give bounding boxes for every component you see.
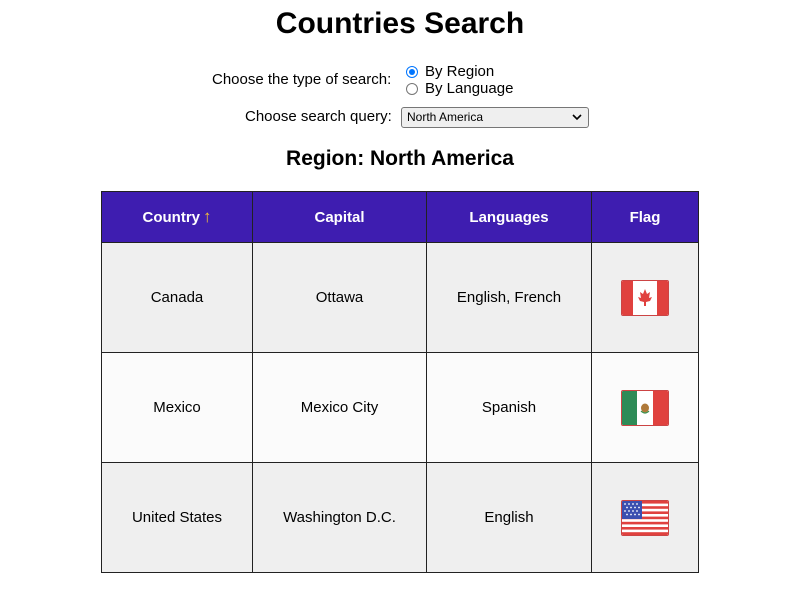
- search-type-label: Choose the type of search:: [212, 71, 392, 88]
- search-query-select[interactable]: North America: [401, 107, 589, 128]
- results-heading: Region: North America: [286, 147, 514, 170]
- cell-languages: English, French: [426, 242, 592, 353]
- select-value: North America: [407, 110, 484, 124]
- canada-flag-icon: [621, 279, 669, 316]
- cell-country: Canada: [101, 242, 253, 353]
- radio-by-language[interactable]: By Language: [406, 80, 513, 97]
- cell-capital: Mexico City: [252, 352, 427, 463]
- column-header-country[interactable]: Country ↑: [101, 191, 253, 243]
- cell-country: United States: [101, 462, 253, 573]
- table-row: United States Washington D.C. English: [101, 462, 699, 573]
- search-query-label: Choose search query:: [245, 108, 392, 125]
- cell-flag: [591, 242, 699, 353]
- mexico-flag-icon: [621, 389, 669, 426]
- usa-flag-icon: [621, 499, 669, 536]
- cell-languages: English: [426, 462, 592, 573]
- page-title: Countries Search: [275, 7, 525, 40]
- radio-button-checked[interactable]: [406, 65, 418, 78]
- table-row: Mexico Mexico City Spanish: [101, 352, 699, 463]
- column-header-flag[interactable]: Flag: [591, 191, 699, 243]
- table-row: Canada Ottawa English, French: [101, 242, 699, 353]
- results-table: Country ↑ Capital Languages Flag Canada O…: [101, 191, 699, 573]
- table-header-row: Country ↑ Capital Languages Flag: [101, 191, 699, 243]
- column-header-capital[interactable]: Capital: [252, 191, 427, 243]
- cell-flag: [591, 462, 699, 573]
- cell-flag: [591, 352, 699, 463]
- radio-label-by-region: By Region: [425, 63, 495, 80]
- radio-by-region[interactable]: By Region: [406, 63, 494, 80]
- radio-button-unchecked[interactable]: [406, 82, 418, 95]
- sort-ascending-icon: ↑: [203, 207, 212, 226]
- radio-label-by-language: By Language: [425, 80, 514, 97]
- cell-languages: Spanish: [426, 352, 592, 463]
- cell-capital: Ottawa: [252, 242, 427, 353]
- column-header-languages[interactable]: Languages: [426, 191, 592, 243]
- cell-country: Mexico: [101, 352, 253, 463]
- cell-capital: Washington D.C.: [252, 462, 427, 573]
- chevron-down-icon: [572, 108, 582, 134]
